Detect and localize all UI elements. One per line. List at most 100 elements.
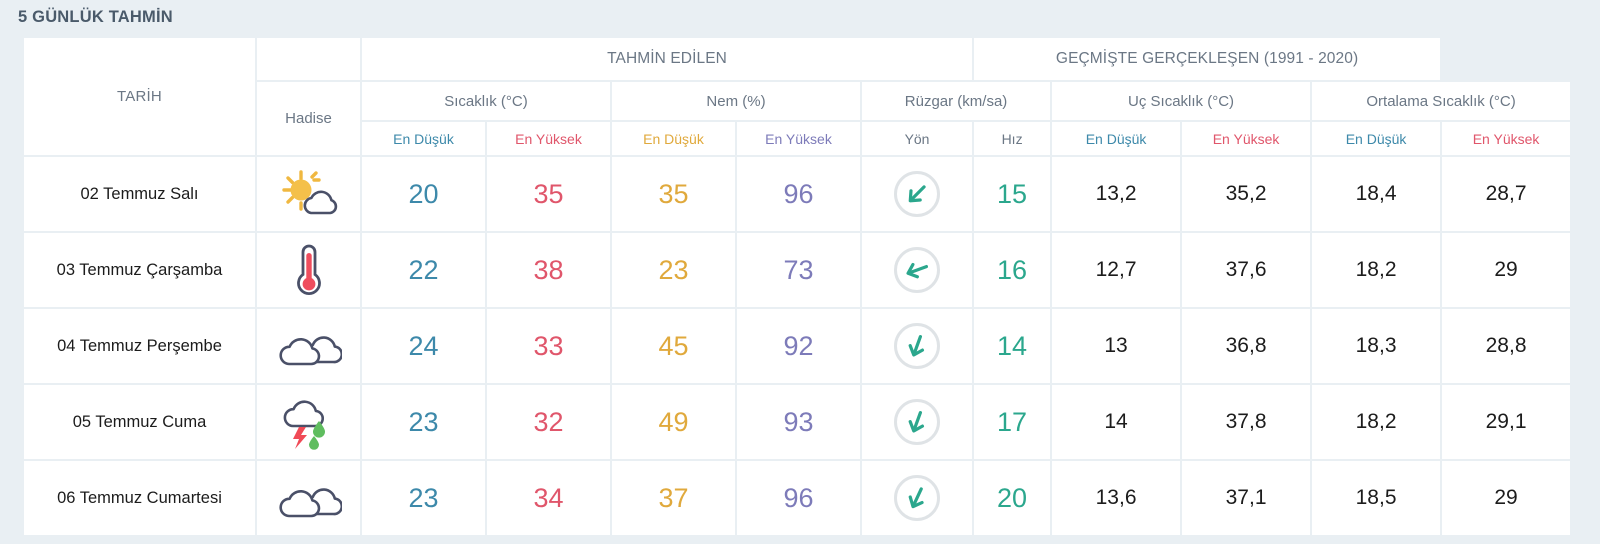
thermometer-hot-icon	[257, 242, 360, 298]
cell-wind-speed: 16	[974, 233, 1051, 307]
cell-date: 03 Temmuz Çarşamba	[24, 233, 255, 307]
cell-extreme-max: 35,2	[1182, 157, 1311, 231]
cell-humidity-max: 96	[737, 157, 860, 231]
cell-extreme-min: 13	[1052, 309, 1181, 383]
cell-weather-icon	[257, 385, 360, 459]
cell-extreme-min: 13,6	[1052, 461, 1181, 535]
header-subgroup-wind: Rüzgar (km/sa)	[862, 82, 1051, 120]
cloudy-icon	[257, 476, 360, 520]
wind-direction-dial	[894, 399, 941, 445]
cell-wind-speed: 20	[974, 461, 1051, 535]
header-subgroup-humidity: Nem (%)	[612, 82, 860, 120]
cell-temp-max: 38	[487, 233, 610, 307]
cell-extreme-max: 36,8	[1182, 309, 1311, 383]
five-day-forecast-table: TARİH TAHMİN EDİLEN GEÇMİŞTE GERÇEKLEŞEN…	[22, 36, 1572, 537]
cell-temp-max: 32	[487, 385, 610, 459]
cell-average-max: 29	[1442, 461, 1571, 535]
header-group-forecast: TAHMİN EDİLEN	[362, 38, 973, 80]
cell-average-min: 18,2	[1312, 385, 1441, 459]
cell-wind-speed: 17	[974, 385, 1051, 459]
cell-humidity-max: 73	[737, 233, 860, 307]
cell-average-min: 18,3	[1312, 309, 1441, 383]
cell-wind-direction	[862, 157, 973, 231]
cell-humidity-min: 23	[612, 233, 735, 307]
cell-humidity-min: 49	[612, 385, 735, 459]
header-row-groups: TARİH TAHMİN EDİLEN GEÇMİŞTE GERÇEKLEŞEN…	[24, 38, 1570, 155]
header-group-historical: GEÇMİŞTE GERÇEKLEŞEN (1991 - 2020)	[974, 38, 1441, 80]
cell-date: 05 Temmuz Cuma	[24, 385, 255, 459]
cell-temp-max: 34	[487, 461, 610, 535]
cell-extreme-max: 37,8	[1182, 385, 1311, 459]
cell-temp-min: 23	[362, 385, 485, 459]
cell-humidity-max: 96	[737, 461, 860, 535]
cell-average-max: 29	[1442, 233, 1571, 307]
cell-average-min: 18,2	[1312, 233, 1441, 307]
arrow-left-down-icon	[894, 247, 941, 293]
cell-date: 04 Temmuz Perşembe	[24, 309, 255, 383]
cell-wind-direction	[862, 309, 973, 383]
header-col-average-min: En Düşük	[1312, 122, 1441, 155]
header-col-average-max: En Yüksek	[1442, 122, 1571, 155]
header-col-extreme-min: En Düşük	[1052, 122, 1181, 155]
cell-temp-max: 33	[487, 309, 610, 383]
table-row: 03 Temmuz Çarşamba 22 38 23 73 16 12,7 3…	[24, 233, 1571, 307]
header-col-temp-max: En Yüksek	[487, 122, 610, 155]
page-title: 5 GÜNLÜK TAHMİN	[18, 8, 173, 26]
wind-direction-dial	[894, 475, 941, 521]
cell-wind-direction	[862, 461, 973, 535]
arrow-down-icon	[894, 475, 941, 521]
cell-temp-max: 35	[487, 157, 610, 231]
cell-date: 02 Temmuz Salı	[24, 157, 255, 231]
cell-humidity-max: 93	[737, 385, 860, 459]
header-col-wind-speed: Hız	[974, 122, 1051, 155]
table-row: 04 Temmuz Perşembe 24 33 45 92 14 13 36,…	[24, 309, 1571, 383]
cell-temp-min: 22	[362, 233, 485, 307]
wind-direction-dial	[894, 247, 941, 293]
header-col-temp-min: En Düşük	[362, 122, 485, 155]
wind-direction-dial	[894, 171, 941, 217]
cell-humidity-min: 37	[612, 461, 735, 535]
header-subgroup-average-temperature: Ortalama Sıcaklık (°C)	[1312, 82, 1571, 120]
cell-wind-speed: 14	[974, 309, 1051, 383]
cell-extreme-max: 37,1	[1182, 461, 1311, 535]
thunderstorm-rain-icon	[257, 394, 360, 450]
cell-average-min: 18,5	[1312, 461, 1441, 535]
header-col-extreme-max: En Yüksek	[1182, 122, 1311, 155]
cell-extreme-min: 14	[1052, 385, 1181, 459]
header-row-columns: En Düşük En Yüksek En Düşük En Yüksek Yö…	[24, 122, 1571, 155]
cell-humidity-min: 45	[612, 309, 735, 383]
cell-wind-speed: 15	[974, 157, 1051, 231]
cell-humidity-min: 35	[612, 157, 735, 231]
cell-wind-direction	[862, 233, 973, 307]
cell-extreme-max: 37,6	[1182, 233, 1311, 307]
cell-weather-icon	[257, 157, 360, 231]
header-hadise: Hadise	[257, 82, 360, 155]
header-col-wind-direction: Yön	[862, 122, 973, 155]
header-row-subgroups: Hadise Sıcaklık (°C) Nem (%) Rüzgar (km/…	[24, 82, 1571, 155]
cell-average-min: 18,4	[1312, 157, 1441, 231]
cell-temp-min: 23	[362, 461, 485, 535]
cell-temp-min: 20	[362, 157, 485, 231]
arrow-down-icon	[894, 323, 941, 369]
forecast-page: 5 GÜNLÜK TAHMİN TARİH TAHMİN EDİLEN GEÇM…	[0, 0, 1600, 544]
cell-date: 06 Temmuz Cumartesi	[24, 461, 255, 535]
header-col-humidity-max: En Yüksek	[737, 122, 860, 155]
header-spacer-hadise	[257, 38, 360, 80]
cell-extreme-min: 12,7	[1052, 233, 1181, 307]
sun-behind-cloud-icon	[257, 167, 360, 221]
header-subgroup-extreme-temperature: Uç Sıcaklık (°C)	[1052, 82, 1311, 120]
arrow-down-left-icon	[894, 171, 941, 217]
forecast-table-container: TARİH TAHMİN EDİLEN GEÇMİŞTE GERÇEKLEŞEN…	[22, 36, 1571, 537]
cell-humidity-max: 92	[737, 309, 860, 383]
cell-weather-icon	[257, 309, 360, 383]
header-col-humidity-min: En Düşük	[612, 122, 735, 155]
cell-temp-min: 24	[362, 309, 485, 383]
table-row: 05 Temmuz Cuma 23 32 49 93 17 14 37,8 18…	[24, 385, 1571, 459]
cell-weather-icon	[257, 461, 360, 535]
cell-weather-icon	[257, 233, 360, 307]
header-tarih: TARİH	[24, 38, 255, 155]
cell-average-max: 28,8	[1442, 309, 1571, 383]
table-row: 06 Temmuz Cumartesi 23 34 37 96 20 13,6 …	[24, 461, 1571, 535]
table-row: 02 Temmuz Salı 20 35 35 96 15 13,2 35,2 …	[24, 157, 1571, 231]
header-subgroup-temperature: Sıcaklık (°C)	[362, 82, 610, 120]
